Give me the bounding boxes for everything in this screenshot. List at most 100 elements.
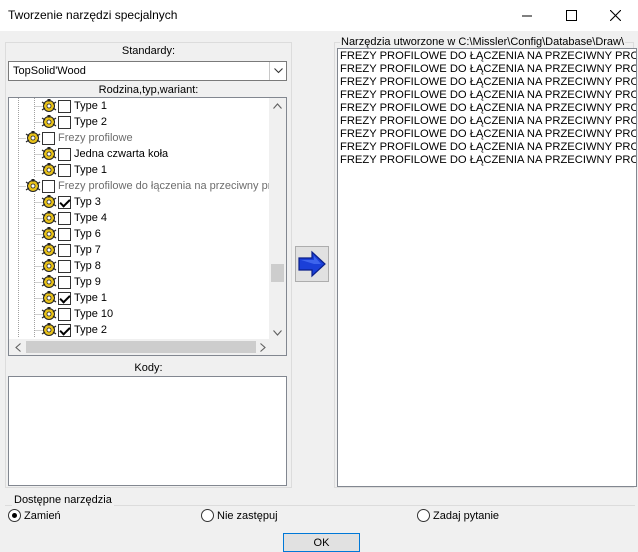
created-tools-label: Narzędzia utworzone w C:\Missler\Config\… [340,36,626,48]
tree-item-checkbox[interactable] [42,179,55,193]
tree-item-label: Typ 6 [74,228,101,240]
tree-item-checkbox[interactable] [58,195,71,209]
tree-item[interactable]: Typ 6 [41,226,101,242]
chevron-right-icon [259,342,266,352]
tree-item-checkbox[interactable] [58,163,71,177]
cutter-tool-icon [25,179,41,193]
tree-item-checkbox[interactable] [58,243,71,257]
cutter-tool-icon [41,147,57,161]
cutter-tool-icon [41,275,57,289]
tree-item-label: Jedna czwarta koła [74,148,169,160]
close-icon [609,9,621,21]
tree-item-label: Typ 9 [74,276,101,288]
family-tree-view[interactable]: Type 1 Type 2 Frezy profilowe Jedna czwarta… [8,97,287,356]
chevron-down-icon [273,68,283,74]
tree-item[interactable]: Type 1 [41,162,107,178]
tree-item-label: Type 2 [74,324,108,336]
tree-item[interactable]: Frezy profilowe do łączenia na przeciwny… [25,178,271,194]
list-item[interactable]: FREZY PROFILOWE DO ŁĄCZENIA NA PRZECIWNY… [340,115,636,128]
tree-item-checkbox[interactable] [58,147,71,161]
list-item[interactable]: FREZY PROFILOWE DO ŁĄCZENIA NA PRZECIWNY… [340,128,636,141]
tree-item-checkbox[interactable] [58,115,71,129]
codes-label: Kody: [134,362,163,374]
tree-item-label: Type 10 [74,308,114,320]
chevron-up-icon [273,103,282,109]
tree-item-checkbox[interactable] [58,259,71,273]
radio-ask-indicator[interactable] [417,509,430,522]
cutter-tool-icon [41,323,57,337]
tree-item[interactable]: Type 2 [41,114,107,130]
available-tools-frame [5,505,635,529]
standards-combobox[interactable]: TopSolid'Wood [8,61,287,81]
tree-item-checkbox[interactable] [58,211,71,225]
radio-ask-label: Zadaj pytanie [433,509,500,522]
cutter-tool-icon [41,211,57,225]
list-item[interactable]: FREZY PROFILOWE DO ŁĄCZENIA NA PRZECIWNY… [340,76,636,89]
scroll-up-arrow[interactable] [269,98,286,114]
list-item[interactable]: FREZY PROFILOWE DO ŁĄCZENIA NA PRZECIWNY… [340,141,636,154]
list-item[interactable]: FREZY PROFILOWE DO ŁĄCZENIA NA PRZECIWNY… [340,89,636,102]
arrow-right-icon [298,250,326,278]
tree-item-checkbox[interactable] [58,227,71,241]
tree-item[interactable]: Typ 8 [41,258,101,274]
cutter-tool-icon [41,307,57,321]
codes-listbox[interactable] [8,376,287,486]
cutter-tool-icon [41,243,57,257]
cutter-tool-icon [41,99,57,113]
tree-item-checkbox[interactable] [58,99,71,113]
tree-item-checkbox[interactable] [42,131,55,145]
standards-value: TopSolid'Wood [13,65,86,77]
tree-item[interactable]: Type 1 [41,98,107,114]
tree-item[interactable]: Typ 3 [41,194,101,210]
tree-item-checkbox[interactable] [58,291,71,305]
maximize-button[interactable] [548,0,594,30]
available-tools-legend: Dostępne narzędzia [12,494,114,506]
radio-no-replace[interactable]: Nie zastępuj [201,509,278,522]
tree-item[interactable]: Jedna czwarta koła [41,146,168,162]
tree-item[interactable]: Frezy profilowe [25,130,133,146]
tree-item-label: Typ 3 [74,196,101,208]
list-item[interactable]: FREZY PROFILOWE DO ŁĄCZENIA NA PRZECIWNY… [340,50,636,63]
tree-item[interactable]: Type 10 [41,306,113,322]
tree-item[interactable]: Typ 7 [41,242,101,258]
ok-button[interactable]: OK [283,533,360,552]
close-button[interactable] [592,0,638,30]
tree-item[interactable]: Type 2 [41,322,107,338]
tree-item-label: Type 1 [74,292,108,304]
minimize-button[interactable] [504,0,550,30]
cutter-tool-icon [41,163,57,177]
minimize-icon [521,15,532,16]
scroll-left-arrow[interactable] [9,339,26,355]
tree-content: Type 1 Type 2 Frezy profilowe Jedna czwarta… [9,98,271,341]
combo-dropdown-button[interactable] [269,62,286,80]
cutter-tool-icon [41,259,57,273]
tree-item-checkbox[interactable] [58,307,71,321]
window-title: Tworzenie narzędzi specjalnych [8,8,178,22]
radio-replace-indicator[interactable] [8,509,21,522]
cutter-tool-icon [41,115,57,129]
tree-item-label: Type 1 [74,164,108,176]
transfer-button[interactable] [295,246,329,282]
vertical-scroll-thumb[interactable] [271,264,284,282]
tree-item-checkbox[interactable] [58,323,71,337]
list-item[interactable]: FREZY PROFILOWE DO ŁĄCZENIA NA PRZECIWNY… [340,154,636,167]
tree-item-label: Frezy profilowe [58,132,133,144]
tree-item-label: Type 1 [74,100,108,112]
tree-item-checkbox[interactable] [58,275,71,289]
chevron-down-icon [273,330,282,336]
list-item[interactable]: FREZY PROFILOWE DO ŁĄCZENIA NA PRZECIWNY… [340,63,636,76]
tree-item[interactable]: Type 1 [41,290,107,306]
horizontal-scroll-thumb[interactable] [26,341,256,353]
created-tools-listbox[interactable]: FREZY PROFILOWE DO ŁĄCZENIA NA PRZECIWNY… [337,48,637,487]
tree-vertical-scrollbar[interactable] [269,98,286,341]
tree-item[interactable]: Type 4 [41,210,107,226]
list-item[interactable]: FREZY PROFILOWE DO ŁĄCZENIA NA PRZECIWNY… [340,102,636,115]
radio-no-replace-indicator[interactable] [201,509,214,522]
chevron-left-icon [14,342,21,352]
radio-replace[interactable]: Zamień [8,509,61,522]
tree-item-label: Type 2 [74,116,108,128]
radio-ask[interactable]: Zadaj pytanie [417,509,499,522]
tree-horizontal-scrollbar[interactable] [9,339,271,355]
cutter-tool-icon [41,291,57,305]
tree-item[interactable]: Typ 9 [41,274,101,290]
